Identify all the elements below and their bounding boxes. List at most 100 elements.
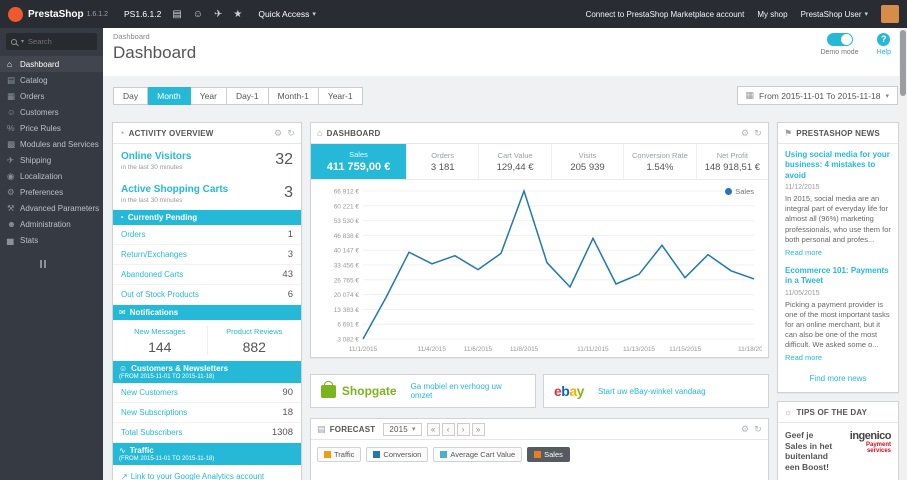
news-article-title[interactable]: Using social media for your business: 4 …: [785, 150, 891, 181]
quick-access-menu[interactable]: Quick Access ▾: [258, 9, 316, 19]
refresh-icon[interactable]: ↻: [287, 128, 295, 139]
new-subscriptions-link[interactable]: New Subscriptions: [121, 408, 187, 417]
page-scrollbar[interactable]: [899, 28, 907, 480]
ebay-link[interactable]: Start uw eBay-winkel vandaag: [598, 387, 706, 396]
news-article-title[interactable]: Ecommerce 101: Payments in a Tweet: [785, 266, 891, 287]
online-visitors-link[interactable]: Online Visitors: [121, 151, 191, 162]
read-more-link[interactable]: Read more: [785, 248, 822, 257]
activity-icon: ◔: [119, 128, 125, 138]
help-icon[interactable]: ?: [877, 33, 891, 46]
legend-chip-sales[interactable]: Sales: [527, 447, 570, 462]
notifications-section-header: ✉ Notifications: [113, 305, 301, 320]
range-day-1-button[interactable]: Day-1: [226, 86, 269, 105]
year-select[interactable]: 2015 ▾: [383, 422, 422, 436]
new-messages-link[interactable]: New Messages: [134, 327, 185, 336]
demo-mode-toggle[interactable]: [826, 33, 853, 46]
scrollbar-thumb[interactable]: [900, 30, 906, 96]
kpi-conversion-rate[interactable]: Conversion Rate 1.54%: [624, 144, 697, 179]
last-page-button[interactable]: »: [471, 422, 485, 436]
user-menu[interactable]: PrestaShop User ▾: [801, 10, 868, 19]
shipping-icon: ✈: [7, 154, 15, 165]
sidebar-item-customers[interactable]: ☺ Customers: [0, 104, 103, 120]
sales-swatch-icon: [534, 451, 542, 458]
refresh-icon[interactable]: ↻: [754, 424, 762, 435]
sidebar-item-localization[interactable]: ◉ Localization: [0, 168, 103, 184]
legend-chip-average-cart-value[interactable]: Average Cart Value: [433, 447, 523, 462]
sidebar-item-stats[interactable]: ▅ Stats: [0, 232, 103, 248]
gear-icon[interactable]: ⚙: [741, 128, 749, 139]
active-carts-value: 3: [284, 184, 293, 201]
kpi-orders[interactable]: Orders 3 181: [407, 144, 480, 179]
ebay-logo: ebay: [554, 383, 584, 399]
tips-panel-title: TIPS OF THE DAY: [796, 407, 868, 417]
rocket-icon[interactable]: ✈: [214, 9, 222, 20]
chart-legend[interactable]: Sales: [725, 187, 754, 196]
range-button-group: Day Month Year Day-1 Month-1 Year-1: [113, 86, 363, 105]
sidebar-item-catalog[interactable]: ▤ Catalog: [0, 72, 103, 88]
user-icon[interactable]: ☺: [193, 9, 203, 20]
total-subscribers-link[interactable]: Total Subscribers: [121, 428, 182, 437]
pending-orders-link[interactable]: Orders: [121, 230, 145, 239]
sidebar-item-price-rules[interactable]: % Price Rules: [0, 120, 103, 136]
next-page-button[interactable]: ›: [456, 422, 470, 436]
my-shop-link[interactable]: My shop: [757, 10, 787, 19]
sidebar-item-modules[interactable]: ▩ Modules and Services: [0, 136, 103, 152]
breadcrumb: Dashboard: [113, 32, 150, 41]
search-input[interactable]: [28, 37, 87, 46]
gear-icon[interactable]: ⚙: [741, 424, 749, 435]
legend-label: Sales: [735, 187, 754, 196]
sidebar-item-administration[interactable]: ☻ Administration: [0, 216, 103, 232]
prestashop-logo[interactable]: [8, 6, 23, 22]
cart-icon[interactable]: ▤: [172, 9, 181, 20]
find-more-news-link[interactable]: Find more news: [810, 374, 867, 383]
kpi-visits[interactable]: Visits 205 939: [552, 144, 625, 179]
active-carts-sub: in the last 30 minutes: [121, 197, 183, 204]
kpi-cart-value[interactable]: Cart Value 129,44 €: [479, 144, 552, 179]
out-of-stock-link[interactable]: Out of Stock Products: [121, 290, 199, 299]
prev-page-button[interactable]: ‹: [441, 422, 455, 436]
svg-text:53 530 €: 53 530 €: [334, 218, 360, 225]
range-month-button[interactable]: Month: [148, 86, 191, 105]
pending-returns-link[interactable]: Return/Exchanges: [121, 250, 187, 259]
kpi-sales[interactable]: Sales 411 759,00 €: [311, 144, 407, 179]
gear-icon[interactable]: ⚙: [274, 128, 282, 139]
sidebar-collapse-button[interactable]: [40, 260, 103, 268]
range-day-button[interactable]: Day: [113, 86, 149, 105]
date-range-picker[interactable]: ▦ From 2015-11-01 To 2015-11-18 ▾: [736, 86, 898, 105]
sidebar-item-advanced-parameters[interactable]: ⚒ Advanced Parameters: [0, 200, 103, 216]
sidebar-item-label: Preferences: [20, 187, 64, 197]
first-page-button[interactable]: «: [426, 422, 440, 436]
shopgate-link[interactable]: Ga mobiel en verhoog uw omzet: [411, 382, 525, 400]
customers-row: Total Subscribers 1308: [113, 423, 301, 443]
refresh-icon[interactable]: ↻: [754, 128, 762, 139]
orders-icon: ▦: [7, 90, 16, 101]
sidebar-item-label: Localization: [20, 171, 63, 181]
sidebar-item-preferences[interactable]: ⚙ Preferences: [0, 184, 103, 200]
dashboard-panel: ⌂ DASHBOARD ⚙ ↻ Sales 411 759,00 € Order…: [310, 122, 769, 358]
chart-icon: ▤: [317, 423, 326, 434]
product-reviews-link[interactable]: Product Reviews: [226, 327, 282, 336]
shop-name-link[interactable]: PS1.6.1.2: [124, 9, 161, 19]
range-year-1-button[interactable]: Year-1: [318, 86, 363, 105]
kpi-net-profit[interactable]: Net Profit 148 918,51 €: [697, 144, 768, 179]
sidebar-item-label: Price Rules: [20, 123, 61, 133]
sidebar-item-shipping[interactable]: ✈ Shipping: [0, 152, 103, 168]
abandoned-carts-link[interactable]: Abandoned Carts: [121, 270, 183, 279]
sidebar: ▾ ⌂ Dashboard ▤ Catalog ▦ Orders ☺ Custo…: [0, 28, 103, 480]
google-analytics-link[interactable]: ↗ Link to your Google Analytics account: [121, 472, 264, 480]
sidebar-search[interactable]: ▾: [6, 33, 97, 50]
legend-chip-conversion[interactable]: Conversion: [366, 447, 429, 462]
active-carts-link[interactable]: Active Shopping Carts: [121, 184, 228, 195]
range-year-button[interactable]: Year: [190, 86, 227, 105]
range-month-1-button[interactable]: Month-1: [268, 86, 319, 105]
marketplace-link[interactable]: Connect to PrestaShop Marketplace accoun…: [586, 10, 745, 19]
traffic-section-header: ∿ Traffic (FROM 2015-11-01 TO 2015-11-18…: [113, 443, 301, 465]
avatar[interactable]: [881, 5, 899, 23]
read-more-link[interactable]: Read more: [785, 353, 822, 362]
legend-chip-traffic[interactable]: Traffic: [317, 447, 362, 462]
trophy-icon[interactable]: ★: [233, 9, 242, 20]
new-customers-link[interactable]: New Customers: [121, 388, 178, 397]
sidebar-item-dashboard[interactable]: ⌂ Dashboard: [0, 56, 103, 72]
sidebar-item-orders[interactable]: ▦ Orders: [0, 88, 103, 104]
help-label[interactable]: Help: [877, 49, 891, 56]
